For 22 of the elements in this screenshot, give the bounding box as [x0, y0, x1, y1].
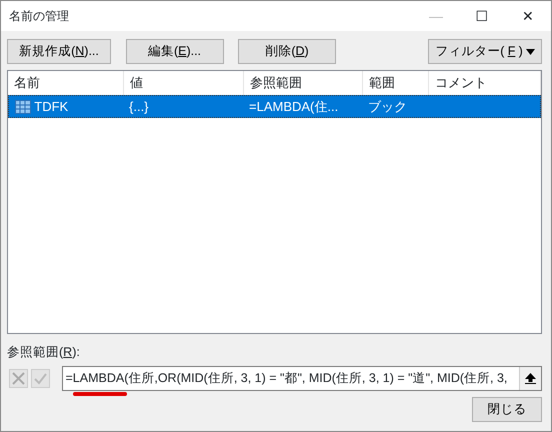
- annotation-underline: [72, 392, 126, 396]
- maximize-button[interactable]: ☐: [459, 1, 505, 31]
- formula-field[interactable]: =LAMBDA(住所,OR(MID(住所, 3, 1) = "都", MID(住所, 3, 1) = "道", MID(住所, 3,: [62, 366, 542, 391]
- close-button[interactable]: ✕: [505, 1, 551, 31]
- check-icon[interactable]: [31, 368, 50, 388]
- edit-button[interactable]: 編集(E)...: [126, 39, 224, 64]
- filter-button[interactable]: フィルター( F ): [428, 39, 542, 64]
- table-row[interactable]: TDFK {...} =LAMBDA(住... ブック: [8, 95, 541, 118]
- caret-icon: [526, 48, 535, 54]
- collapse-button[interactable]: [519, 366, 541, 390]
- window-title: 名前の管理: [9, 8, 70, 25]
- table-cell-text: =LAMBDA(住...: [248, 98, 340, 116]
- table-icon: [15, 100, 31, 114]
- arrow-up-icon: [525, 372, 536, 384]
- table-cell-text: TDFK: [34, 98, 68, 116]
- delete-button[interactable]: 削除(D): [238, 39, 336, 64]
- table-cell-text: ブック: [367, 98, 408, 116]
- cancel-icon[interactable]: [9, 368, 28, 388]
- field-label: 参照範囲(R):: [6, 344, 81, 361]
- table-cell-text: {...}: [128, 98, 150, 116]
- new-button[interactable]: 新規作成(N)...: [7, 39, 111, 64]
- close-dialog-button[interactable]: 閉じる: [472, 397, 542, 422]
